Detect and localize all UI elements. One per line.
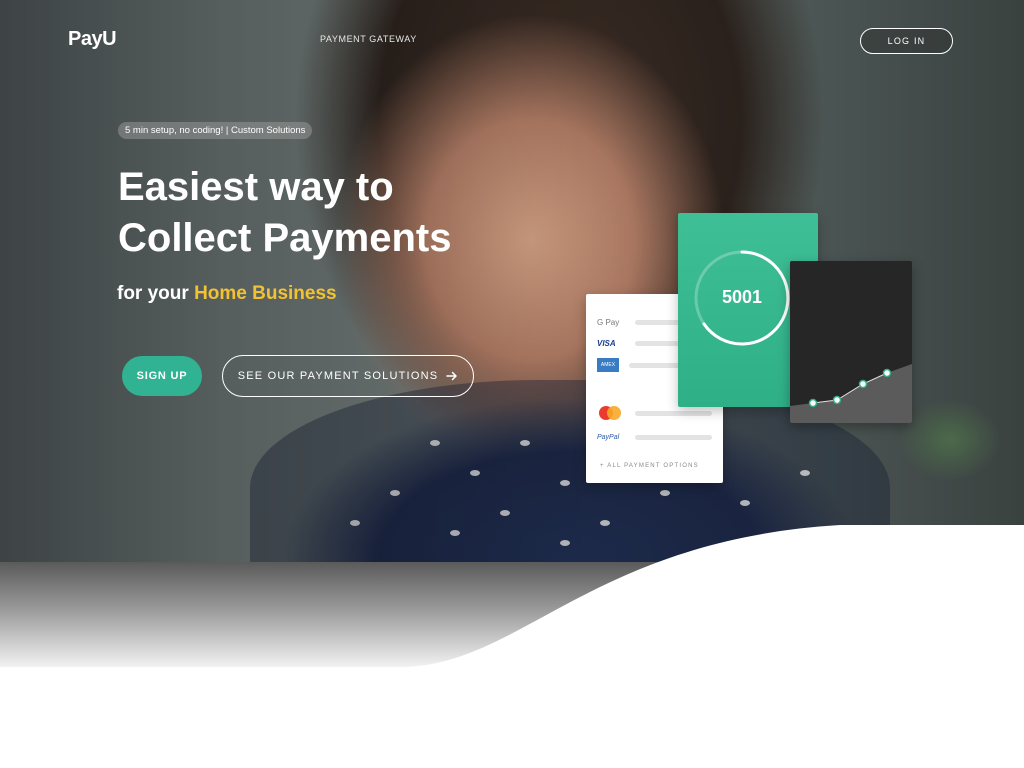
gpay-logo-label: G Pay [597,317,620,327]
chart-point-dot [882,368,892,378]
visa-logo-label: VISA [597,338,616,348]
hero-heading: Easiest way to Collect Payments [118,162,538,264]
paypal-logo-label: PayPal [597,433,620,441]
hero-subheading: for your Home Business [117,283,337,305]
signup-button[interactable]: SIGN UP [122,356,202,396]
login-button[interactable]: LOG IN [860,28,953,54]
growth-line-graphic [790,364,912,423]
nav-link-payment-gateway[interactable]: PAYMENT GATEWAY [320,34,417,44]
hero-heading-line-1: Easiest way to [118,165,394,209]
payu-logo[interactable]: PayU [68,28,117,51]
landing-page: PayU PAYMENT GATEWAY LOG IN 5 min setup,… [0,0,1024,768]
chart-point-dot [858,379,868,389]
see-payment-solutions-label: SEE OUR PAYMENT SOLUTIONS [237,370,439,382]
hero-tagline-pill: 5 min setup, no coding! | Custom Solutio… [118,122,313,139]
growth-chart-card [790,261,912,423]
chart-point-dot [832,395,842,405]
payment-row-mastercard [597,406,712,420]
payment-row-paypal: PayPal [597,430,712,444]
logo-text: PayU [68,28,117,50]
hero-heading-line-2: Collect Payments [118,216,452,260]
counter-value: 5001 [721,287,763,307]
hero-subheading-highlight: Home Business [194,283,337,304]
payment-row-bar [635,434,712,440]
mastercard-icon [599,406,621,420]
hero-wave-divider [0,525,1024,670]
see-payment-solutions-button[interactable]: SEE OUR PAYMENT SOLUTIONS [222,355,474,397]
payment-row-bar [635,410,712,416]
arrow-right-icon [446,371,458,381]
amex-logo-label: AMEX [597,358,619,372]
all-payment-options-link[interactable]: + ALL PAYMENT OPTIONS [600,463,699,469]
hero-subheading-prefix: for your [117,283,189,304]
chart-point-dot [808,398,818,408]
